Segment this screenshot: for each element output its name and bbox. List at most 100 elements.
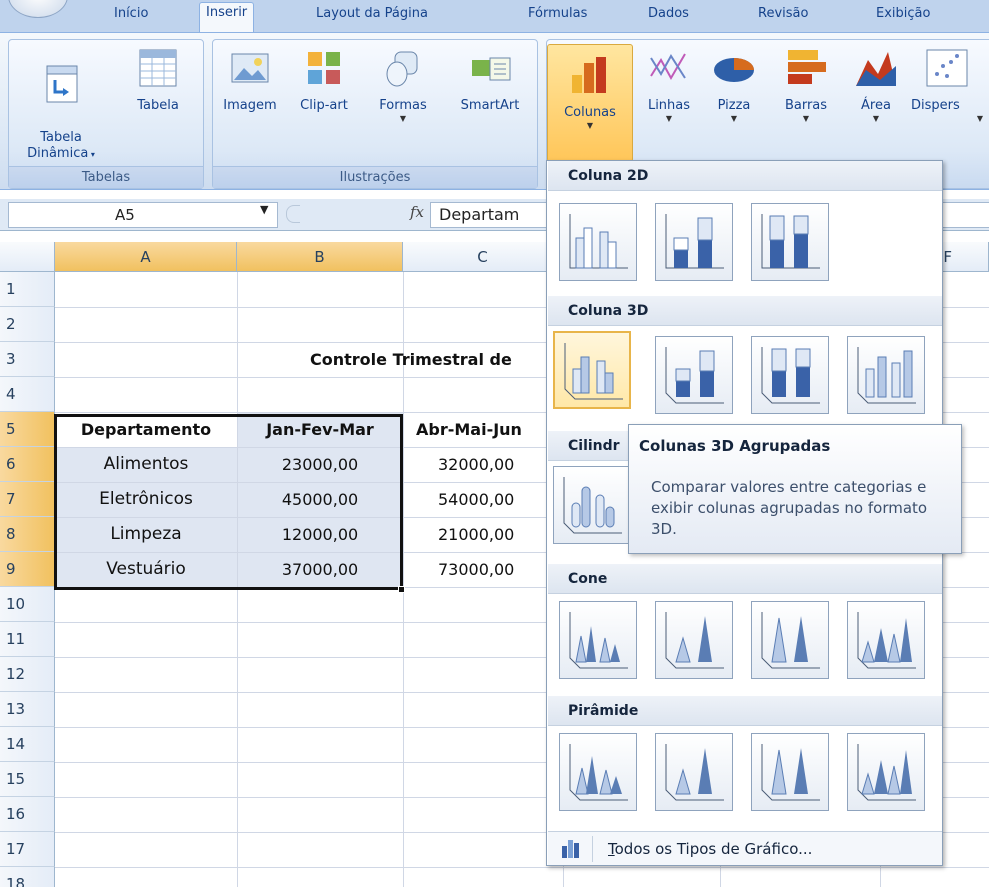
row-header[interactable]: 17 bbox=[0, 832, 55, 867]
select-all-corner[interactable] bbox=[0, 242, 55, 272]
smartart-label: SmartArt bbox=[460, 98, 520, 113]
tab-revisao[interactable]: Revisão bbox=[752, 4, 814, 32]
chart-type-stacked-pyramid[interactable] bbox=[655, 733, 733, 811]
shapes-icon bbox=[386, 51, 418, 87]
name-box-dropdown-icon[interactable]: ▼ bbox=[260, 203, 268, 216]
line-chart-button[interactable]: Linhas ▼ bbox=[639, 46, 699, 124]
chart-type-stacked-cone[interactable] bbox=[655, 601, 733, 679]
tooltip-body: Comparar valores entre categorias e exib… bbox=[651, 478, 928, 538]
area-chart-icon bbox=[856, 52, 896, 86]
row-header[interactable]: 16 bbox=[0, 797, 55, 832]
column-header-b[interactable]: B bbox=[237, 242, 403, 272]
smartart-button[interactable]: SmartArt bbox=[447, 46, 533, 114]
area-chart-button[interactable]: Área ▼ bbox=[847, 46, 905, 124]
bar-chart-label: Barras bbox=[784, 98, 828, 113]
clipart-button[interactable]: Clip-art bbox=[289, 46, 359, 114]
chart-type-clustered-column-3d[interactable] bbox=[553, 331, 631, 409]
stacked-cone-icon bbox=[665, 612, 724, 669]
row-header[interactable]: 7 bbox=[0, 482, 55, 517]
chart-type-100-stacked-pyramid[interactable] bbox=[751, 733, 829, 811]
row-header[interactable]: 9 bbox=[0, 552, 55, 587]
row-header[interactable]: 13 bbox=[0, 692, 55, 727]
sheet-title-cell[interactable]: Controle Trimestral de bbox=[310, 342, 512, 377]
image-icon bbox=[231, 53, 269, 83]
tab-formulas[interactable]: Fórmulas bbox=[522, 4, 593, 32]
tab-inserir[interactable]: Inserir bbox=[199, 2, 255, 34]
selection-border bbox=[54, 414, 403, 590]
chart-type-clustered-pyramid[interactable] bbox=[559, 733, 637, 811]
section-coluna-2d: Coluna 2D bbox=[548, 161, 942, 191]
row-header[interactable]: 18 bbox=[0, 867, 55, 887]
column-header-a[interactable]: A bbox=[55, 242, 237, 272]
scatter-chart-button[interactable]: Dispers ▼ bbox=[911, 46, 989, 124]
chart-type-clustered-cylinder[interactable] bbox=[553, 466, 631, 544]
office-button[interactable] bbox=[8, 0, 68, 18]
pivot-table-label: Tabela Dinâmica bbox=[27, 130, 89, 161]
chart-type-3d-pyramid[interactable] bbox=[847, 733, 925, 811]
formula-bar-resize-icon[interactable] bbox=[286, 205, 300, 223]
chart-type-3d-cone[interactable] bbox=[847, 601, 925, 679]
fill-handle[interactable] bbox=[398, 586, 405, 593]
bar-chart-icon bbox=[788, 50, 826, 84]
chart-type-clustered-column-2d[interactable] bbox=[559, 203, 637, 281]
pyramid-chart-icon bbox=[569, 744, 628, 801]
column-header-c[interactable]: C bbox=[403, 242, 563, 272]
line-chart-icon bbox=[650, 53, 686, 81]
chart-type-3d-column[interactable] bbox=[847, 336, 925, 414]
chart-type-100-stacked-cone[interactable] bbox=[751, 601, 829, 679]
smartart-icon bbox=[472, 57, 511, 81]
tab-layout-da-pagina[interactable]: Layout da Página bbox=[310, 4, 434, 32]
scatter-chart-icon bbox=[926, 49, 968, 87]
chart-type-100-stacked-column-2d[interactable] bbox=[751, 203, 829, 281]
row-header[interactable]: 12 bbox=[0, 657, 55, 692]
percent-stacked-column-3d-icon bbox=[761, 347, 820, 404]
group-ilustracoes: Imagem Clip-art Formas ▼ SmartArt Ilustr… bbox=[212, 39, 538, 189]
row-header[interactable]: 15 bbox=[0, 762, 55, 797]
chart-type-stacked-column-3d[interactable] bbox=[655, 336, 733, 414]
row-header[interactable]: 10 bbox=[0, 587, 55, 622]
section-cone: Cone bbox=[548, 564, 942, 594]
bar-chart-button[interactable]: Barras ▼ bbox=[771, 46, 841, 124]
name-box[interactable]: A5 bbox=[8, 202, 278, 228]
pyramid-3d-icon bbox=[857, 744, 916, 801]
row-header[interactable]: 8 bbox=[0, 517, 55, 552]
stacked-column-3d-icon bbox=[665, 347, 724, 404]
tab-inicio[interactable]: Início bbox=[108, 4, 154, 32]
scatter-chart-label: Dispers bbox=[911, 98, 960, 113]
chart-type-clustered-cone[interactable] bbox=[559, 601, 637, 679]
insert-function-icon[interactable]: fx bbox=[410, 203, 424, 221]
row-header[interactable]: 3 bbox=[0, 342, 55, 377]
image-button[interactable]: Imagem bbox=[217, 46, 283, 114]
section-piramide: Pirâmide bbox=[548, 696, 942, 726]
row-header[interactable]: 14 bbox=[0, 727, 55, 762]
column-3d-icon bbox=[857, 347, 916, 404]
columns-chart-button[interactable]: Colunas ▼ bbox=[547, 44, 633, 162]
table-cell[interactable]: 21000,00 bbox=[438, 517, 514, 552]
tooltip-title: Colunas 3D Agrupadas bbox=[639, 437, 831, 455]
all-chart-types-button[interactable]: Todos os Tipos de Gráfico... bbox=[548, 831, 942, 865]
pivot-table-button[interactable]: Tabela Dinâmica ▾ bbox=[15, 46, 107, 163]
row-header[interactable]: 2 bbox=[0, 307, 55, 342]
table-cell[interactable]: 32000,00 bbox=[438, 447, 514, 482]
table-cell[interactable]: 73000,00 bbox=[438, 552, 514, 587]
row-header[interactable]: 1 bbox=[0, 272, 55, 307]
table-cell[interactable]: 54000,00 bbox=[438, 482, 514, 517]
ribbon-tab-bar: Início Inserir Layout da Página Fórmulas… bbox=[0, 0, 989, 34]
columns-chart-label: Colunas bbox=[564, 105, 616, 120]
stacked-column-icon bbox=[665, 214, 724, 269]
table-button[interactable]: Tabela bbox=[119, 46, 197, 114]
column-chart-icon bbox=[572, 57, 606, 93]
header-cell-abr-mai-jun[interactable]: Abr-Mai-Jun bbox=[416, 412, 522, 447]
row-header[interactable]: 4 bbox=[0, 377, 55, 412]
row-header[interactable]: 5 bbox=[0, 412, 55, 447]
row-header[interactable]: 11 bbox=[0, 622, 55, 657]
chart-type-100-stacked-column-3d[interactable] bbox=[751, 336, 829, 414]
chart-type-stacked-column-2d[interactable] bbox=[655, 203, 733, 281]
pie-chart-button[interactable]: Pizza ▼ bbox=[705, 46, 763, 124]
table-label: Tabela bbox=[137, 98, 179, 113]
tab-dados[interactable]: Dados bbox=[642, 4, 695, 32]
cone-3d-icon bbox=[857, 612, 916, 669]
shapes-button[interactable]: Formas ▼ bbox=[365, 46, 441, 124]
tab-exibicao[interactable]: Exibição bbox=[870, 4, 936, 32]
row-header[interactable]: 6 bbox=[0, 447, 55, 482]
